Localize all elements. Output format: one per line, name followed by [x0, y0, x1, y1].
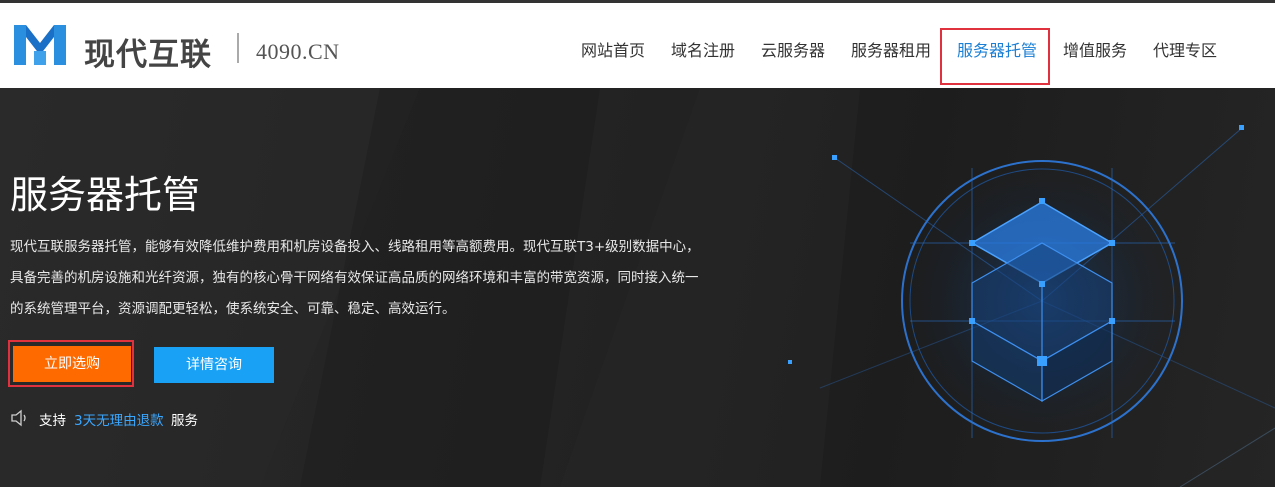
logo-divider: [237, 33, 239, 63]
refund-policy-link[interactable]: 3天无理由退款: [74, 409, 164, 429]
nav-cloud-server[interactable]: 云服务器: [761, 37, 825, 61]
nav-domain-register[interactable]: 域名注册: [671, 37, 735, 61]
nav-home[interactable]: 网站首页: [581, 37, 645, 61]
description-line: 具备完善的机房设施和光纤资源，独有的核心骨干网络有效保证高品质的网络环境和丰富的…: [10, 270, 699, 286]
site-header: 现代互联 4090.CN 网站首页 域名注册 云服务器 服务器租用 服务器托管 …: [0, 3, 1275, 88]
support-suffix: 服务: [171, 413, 198, 429]
logo-icon[interactable]: [14, 21, 66, 69]
nav-value-added[interactable]: 增值服务: [1063, 37, 1127, 61]
hero-banner: 服务器托管 现代互联服务器托管，能够有效降低维护费用和机房设备投入、线路租用等高…: [0, 88, 1275, 487]
description-line: 的系统管理平台，资源调配更轻松，使系统安全、可靠、稳定、高效运行。: [10, 301, 456, 317]
consult-button[interactable]: 详情咨询: [154, 347, 274, 383]
buy-now-button[interactable]: 立即选购: [13, 346, 131, 382]
nav-agent-zone[interactable]: 代理专区: [1153, 37, 1217, 61]
brand-name[interactable]: 现代互联: [84, 29, 212, 74]
speaker-icon: [11, 409, 26, 427]
server-cube-illustration: [788, 125, 1275, 442]
description-line: 现代互联服务器托管，能够有效降低维护费用和机房设备投入、线路租用等高额费用。现代…: [10, 239, 700, 255]
hero-title: 服务器托管: [10, 173, 201, 217]
brand-domain: 4090.CN: [256, 39, 340, 64]
support-prefix: 支持: [39, 413, 66, 429]
nav-highlight-box: [940, 28, 1050, 85]
hero-description: 现代互联服务器托管，能够有效降低维护费用和机房设备投入、线路租用等高额费用。现代…: [10, 232, 740, 325]
nav-server-rental[interactable]: 服务器租用: [851, 37, 931, 61]
